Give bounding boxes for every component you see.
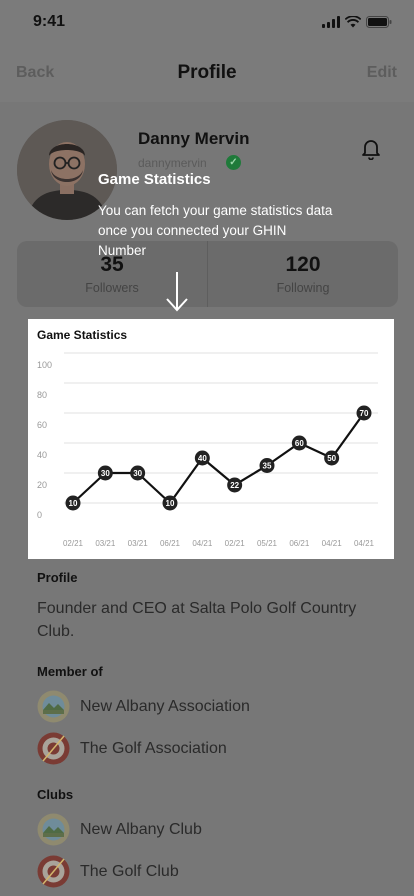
x-tick-label: 05/21: [257, 539, 278, 548]
member-of-label: Member of: [37, 664, 103, 679]
navigation-bar: Back Profile Edit: [0, 44, 414, 102]
member-item[interactable]: The Golf Association: [37, 732, 227, 765]
club-name: New Albany Club: [80, 820, 202, 838]
data-label: 50: [327, 454, 336, 463]
y-tick-label: 20: [37, 480, 47, 490]
wifi-icon: [345, 16, 361, 28]
x-tick-label: 03/21: [95, 539, 116, 548]
profile-section-label: Profile: [37, 570, 78, 585]
data-label: 22: [230, 481, 239, 490]
profile-description: Founder and CEO at Salta Polo Golf Count…: [37, 600, 357, 640]
series-line: [72, 412, 365, 505]
user-name: Danny Mervin: [138, 129, 250, 148]
y-tick-label: 80: [37, 390, 47, 400]
association-crest-icon: [37, 690, 70, 723]
tooltip-body: You can fetch your game statistics data …: [98, 203, 333, 258]
golf-crest-icon: [37, 732, 70, 765]
bell-icon[interactable]: [359, 136, 383, 160]
status-time: 9:41: [33, 13, 66, 30]
data-label: 70: [360, 409, 369, 418]
arrow-down-icon: [166, 272, 188, 312]
club-name: The Golf Club: [80, 862, 179, 880]
line-chart: 0 20 40 60 80 100 02/21 03/21 03/21 06/21 04/21 02/…: [37, 352, 378, 548]
club-item[interactable]: New Albany Club: [37, 813, 202, 846]
data-label: 10: [69, 499, 78, 508]
verified-check-icon: ✓: [226, 155, 241, 170]
edit-button[interactable]: Edit: [367, 64, 397, 82]
member-name: New Albany Association: [80, 697, 250, 715]
y-tick-label: 40: [37, 450, 47, 460]
data-label: 40: [198, 454, 207, 463]
y-tick-label: 0: [37, 510, 42, 520]
data-label: 60: [295, 439, 304, 448]
battery-icon: [366, 16, 392, 28]
data-label: 35: [263, 462, 272, 471]
x-tick-label: 04/21: [192, 539, 213, 548]
x-tick-label: 03/21: [128, 539, 149, 548]
member-item[interactable]: New Albany Association: [37, 690, 250, 723]
game-statistics-chart: Game Statistics 0 20 40 60 80 100 02/21 03/21 03…: [28, 319, 394, 559]
cellular-signal-icon: [322, 16, 340, 28]
x-tick-label: 06/21: [289, 539, 310, 548]
data-label: 30: [133, 469, 142, 478]
page-title: Profile: [177, 62, 237, 83]
x-tick-label: 02/21: [225, 539, 246, 548]
status-bar: 9:41: [0, 0, 414, 44]
user-handle: dannymervin: [138, 156, 207, 170]
club-item[interactable]: The Golf Club: [37, 855, 179, 888]
data-label: 10: [166, 499, 175, 508]
golf-club-crest-icon: [37, 855, 70, 888]
x-tick-label: 06/21: [160, 539, 181, 548]
y-tick-label: 100: [37, 360, 52, 370]
x-tick-label: 02/21: [63, 539, 84, 548]
status-icons: [322, 16, 392, 28]
member-name: The Golf Association: [80, 739, 227, 757]
x-tick-label: 04/21: [322, 539, 343, 548]
following-label: Following: [276, 281, 330, 295]
club-crest-icon: [37, 813, 70, 846]
tooltip-title: Game Statistics: [98, 171, 211, 188]
clubs-label: Clubs: [37, 787, 74, 802]
data-label: 30: [101, 469, 110, 478]
x-tick-label: 04/21: [354, 539, 375, 548]
y-tick-label: 60: [37, 420, 47, 430]
